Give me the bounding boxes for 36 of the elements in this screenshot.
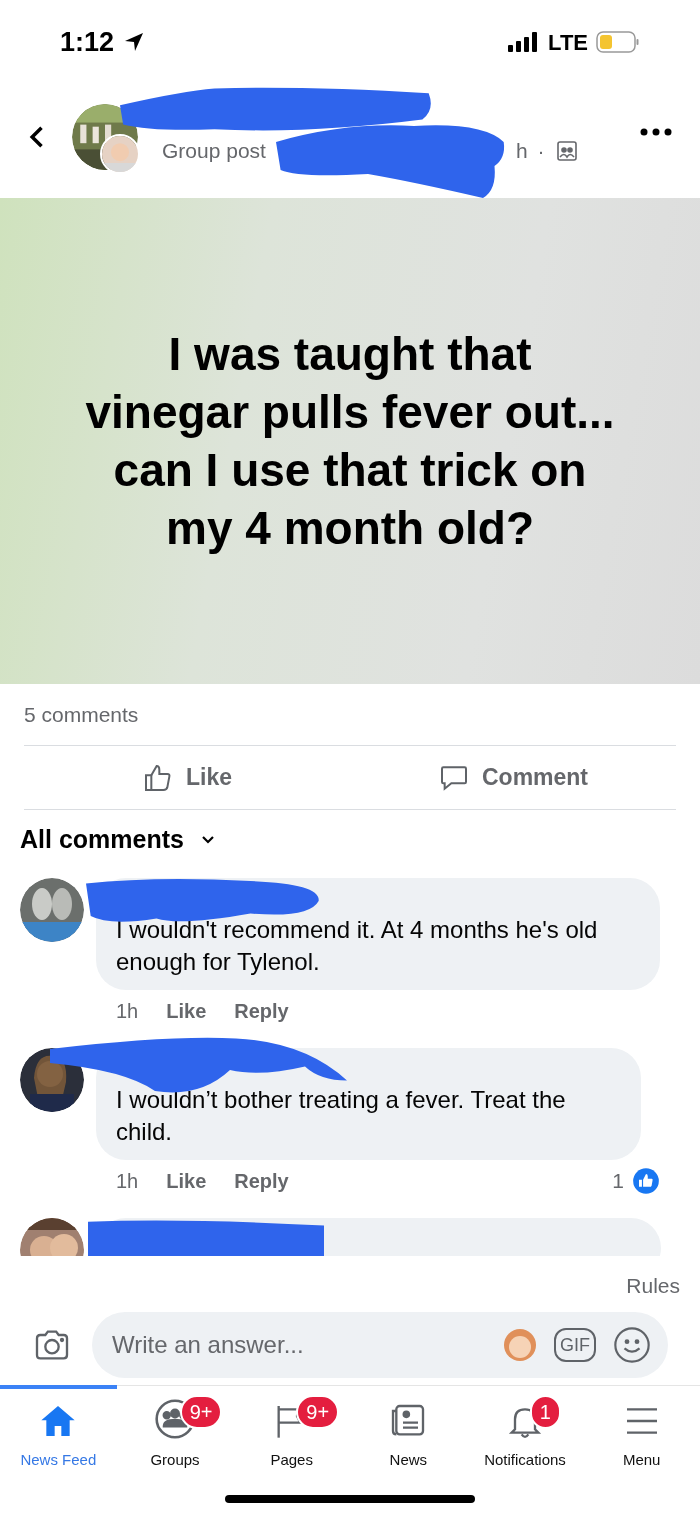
more-options-icon[interactable]	[640, 128, 672, 136]
notification-badge: 9+	[296, 1395, 340, 1429]
comment-time: 1h	[116, 1169, 139, 1194]
like-reaction-icon	[632, 1167, 660, 1195]
like-button[interactable]: Like	[24, 760, 350, 795]
reply-link[interactable]: Reply	[234, 1166, 289, 1196]
emoji-icon[interactable]	[612, 1325, 652, 1365]
gif-button[interactable]: GIF	[554, 1328, 596, 1362]
notification-badge: 9+	[179, 1395, 223, 1429]
comment-filter-dropdown[interactable]: All comments	[20, 821, 216, 859]
tab-bar-item[interactable]: News	[350, 1385, 467, 1481]
comment-text: I wouldn't recommend it. At 4 months he's old enough for Tylenol.	[116, 915, 599, 977]
tab-bar-item[interactable]: Notifications 1	[466, 1385, 584, 1481]
comment-count: 5 comments	[24, 701, 139, 728]
notification-badge: 1	[529, 1395, 561, 1429]
post-age: h	[515, 138, 528, 165]
tab-bar-item[interactable]: Menu	[583, 1385, 700, 1481]
group-icon	[554, 139, 579, 163]
tab-bar-item[interactable]: Pages 9+	[233, 1385, 350, 1481]
comment-text: I wouldn’t bother treating a fever. Treat the child.	[116, 1085, 567, 1147]
post-text: I was taught that vinegar pulls fever out... can I use that trick on my 4 month old?	[85, 327, 615, 556]
separator-dot: ·	[537, 138, 545, 165]
comment-time: 1h	[116, 999, 139, 1024]
post-subtitle: Group post	[162, 138, 266, 165]
like-link[interactable]: Like	[166, 996, 207, 1026]
network-label: LTE	[548, 28, 588, 57]
clock-time: 1:12	[60, 25, 115, 59]
tab-bar-item[interactable]: Groups 9+	[116, 1385, 234, 1481]
reply-link[interactable]: Reply	[234, 996, 289, 1026]
reaction-count: 1	[612, 1168, 624, 1195]
answer-input[interactable]: Write an answer... GIF	[92, 1312, 668, 1378]
rules-link[interactable]: Rules	[626, 1270, 680, 1302]
tab-bar-item[interactable]: News Feed	[0, 1385, 117, 1481]
battery-icon	[596, 30, 640, 54]
comment-button[interactable]: Comment	[350, 760, 676, 795]
like-link[interactable]: Like	[166, 1166, 207, 1196]
